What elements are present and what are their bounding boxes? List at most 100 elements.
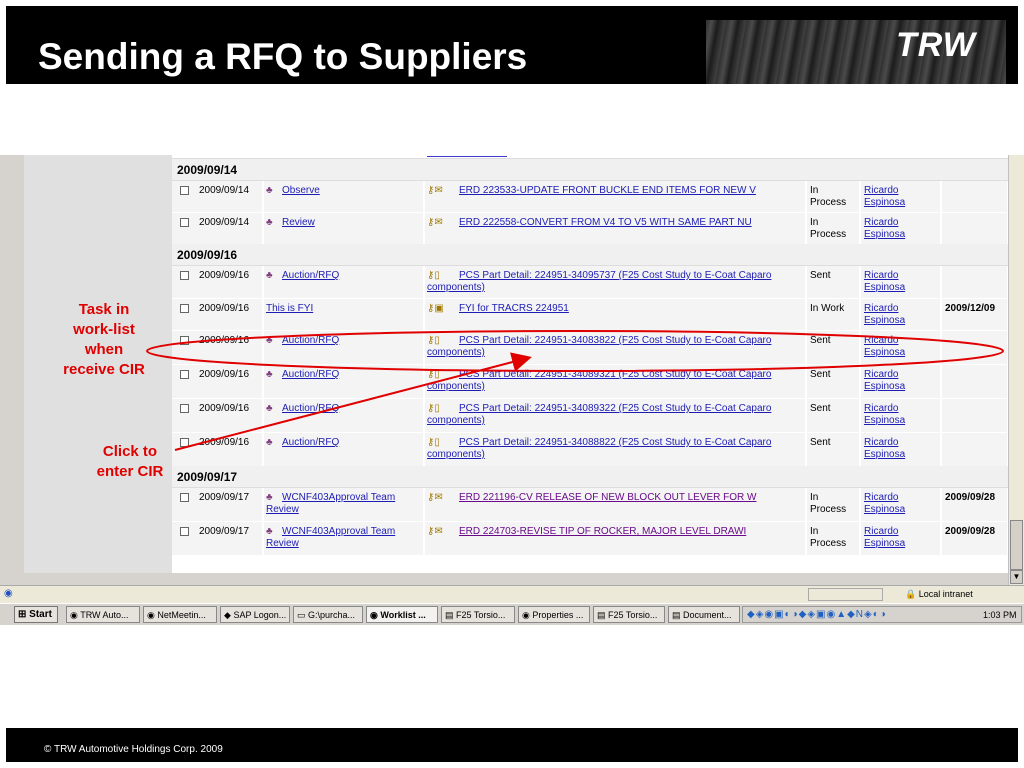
sap-icon: ◆ — [224, 610, 231, 620]
taskbar-button[interactable]: ◉ TRW Auto... — [66, 606, 140, 623]
table-row[interactable]: 2009/09/16 ♣ Auction/RFQ ⚷▯ PCS Part Detai… — [172, 266, 1008, 298]
tray-icons[interactable]: ◆◈◉▣◐◑◆◈▣◉▲◆N◈◐◑ — [747, 609, 887, 620]
status-text: In Process — [810, 492, 847, 515]
taskbar-button[interactable]: ▤ F25 Torsio... — [441, 606, 515, 623]
due-date: 2009/09/28 — [945, 492, 996, 503]
subject-link[interactable]: ⚷✉ ERD 222558-CONVERT FROM V4 TO V5 WITH … — [427, 217, 797, 229]
table-row[interactable]: 2009/09/16 ♣ Auction/RFQ ⚷▯ PCS Part Detai… — [172, 331, 1008, 364]
row-checkbox[interactable] — [180, 370, 189, 379]
action-link[interactable]: ♣ Auction/RFQ — [266, 369, 416, 381]
document-icons: ⚷▯ — [427, 403, 440, 414]
subject-link[interactable]: ⚷▯ PCS Part Detail: 224951-34083822 (F25 … — [427, 335, 797, 359]
taskbar-button[interactable]: ◆ SAP Logon... — [220, 606, 290, 623]
person-link[interactable]: Ricardo Espinosa — [864, 492, 934, 516]
taskbar-button[interactable]: ◉ Properties ... — [518, 606, 590, 623]
slide-title: Sending a RFQ to Suppliers — [38, 36, 528, 77]
folder-icon: ▭ — [297, 610, 306, 620]
subject-link[interactable]: ⚷▯ PCS Part Detail: 224951-34095737 (F25 … — [427, 270, 797, 294]
document-icon: ▤ — [672, 610, 681, 620]
action-link[interactable]: ♣ Auction/RFQ — [266, 403, 416, 415]
task-icon: ♣ — [266, 526, 273, 537]
table-row[interactable]: 2009/09/17 ♣ WCNF403Approval Team Review ⚷… — [172, 488, 1008, 521]
document-icon: ▤ — [445, 610, 454, 620]
table-row[interactable]: 2009/09/16 This is FYI ⚷▣ FYI for TRACRS … — [172, 299, 1008, 330]
person-link[interactable]: Ricardo Espinosa — [864, 369, 934, 393]
person-link[interactable]: Ricardo Espinosa — [864, 185, 934, 209]
worklist-table: 2009/09/14 2009/09/14 ♣ Observe ⚷✉ ERD 223… — [172, 155, 1008, 573]
action-link[interactable]: ♣ Auction/RFQ — [266, 437, 416, 449]
document-icons: ⚷▯ — [427, 437, 440, 448]
windows-taskbar: ⊞ Start ◉ TRW Auto... ◉ NetMeetin... ◆ S… — [0, 603, 1024, 625]
table-row[interactable]: 2009/09/16 ♣ Auction/RFQ ⚷▯ PCS Part Detai… — [172, 399, 1008, 432]
action-link[interactable]: ♣ Review — [266, 217, 416, 229]
task-icon: ♣ — [266, 369, 273, 380]
row-checkbox[interactable] — [180, 336, 189, 345]
message-icons: ⚷✉ — [427, 185, 443, 196]
person-link[interactable]: Ricardo Espinosa — [864, 217, 934, 241]
row-checkbox[interactable] — [180, 438, 189, 447]
status-text: Sent — [810, 403, 831, 414]
document-icon: ▤ — [597, 610, 606, 620]
worklist-screenshot: 2009/09/14 2009/09/14 ♣ Observe ⚷✉ ERD 223… — [0, 155, 1024, 625]
action-link[interactable]: ♣ Auction/RFQ — [266, 335, 416, 347]
taskbar-button-active[interactable]: ◉ Worklist ... — [366, 606, 438, 623]
table-row[interactable]: 2009/09/14 ♣ Observe ⚷✉ ERD 223533-UPDATE … — [172, 181, 1008, 212]
row-checkbox[interactable] — [180, 218, 189, 227]
task-icon: ♣ — [266, 437, 273, 448]
subject-link[interactable]: ⚷▯ PCS Part Detail: 224951-34089321 (F25 … — [427, 369, 797, 393]
subject-link[interactable]: ⚷▯ PCS Part Detail: 224951-34088822 (F25 … — [427, 437, 797, 461]
table-row[interactable]: 2009/09/14 ♣ Review ⚷✉ ERD 222558-CONVERT … — [172, 213, 1008, 244]
subject-link[interactable]: ⚷✉ ERD 221196-CV RELEASE OF NEW BLOCK OUT… — [427, 492, 797, 504]
taskbar-button[interactable]: ▭ G:\purcha... — [293, 606, 363, 623]
table-row[interactable]: 2009/09/16 ♣ Auction/RFQ ⚷▯ PCS Part Detai… — [172, 365, 1008, 398]
row-checkbox[interactable] — [180, 304, 189, 313]
row-checkbox[interactable] — [180, 271, 189, 280]
slide-footer: © TRW Automotive Holdings Corp. 2009 — [6, 728, 1018, 762]
action-link[interactable]: ♣ Observe — [266, 185, 416, 197]
date-group-header: 2009/09/14 — [172, 159, 1008, 181]
table-row[interactable]: 2009/09/16 ♣ Auction/RFQ ⚷▯ PCS Part Detai… — [172, 433, 1008, 466]
subject-link[interactable]: ⚷✉ ERD 224703-REVISE TIP OF ROCKER, MAJOR… — [427, 526, 797, 538]
subject-link[interactable]: ⚷▣ FYI for TRACRS 224951 — [427, 303, 797, 315]
status-text: In Process — [810, 217, 847, 240]
subject-link[interactable]: ⚷✉ ERD 223533-UPDATE FRONT BUCKLE END ITE… — [427, 185, 797, 197]
person-link[interactable]: Ricardo Espinosa — [864, 526, 934, 550]
task-icon: ♣ — [266, 403, 273, 414]
action-link[interactable]: ♣ WCNF403Approval Team Review — [266, 492, 416, 516]
table-row[interactable]: 2009/09/17 ♣ WCNF403Approval Team Review ⚷… — [172, 522, 1008, 555]
status-text: In Process — [810, 185, 847, 208]
ie-icon: ◉ — [70, 610, 78, 620]
row-checkbox[interactable] — [180, 493, 189, 502]
vertical-scrollbar[interactable]: ▼ — [1008, 155, 1024, 585]
status-text: Sent — [810, 437, 831, 448]
clock: 1:03 PM — [983, 610, 1017, 620]
scroll-thumb[interactable] — [1010, 520, 1023, 570]
person-link[interactable]: Ricardo Espinosa — [864, 437, 934, 461]
start-button[interactable]: ⊞ Start — [14, 606, 58, 623]
action-link[interactable]: ♣ Auction/RFQ — [266, 270, 416, 282]
scroll-down-arrow-icon[interactable]: ▼ — [1010, 570, 1023, 584]
taskbar-button[interactable]: ▤ F25 Torsio... — [593, 606, 665, 623]
action-link[interactable]: ♣ WCNF403Approval Team Review — [266, 526, 416, 550]
row-checkbox[interactable] — [180, 404, 189, 413]
taskbar-button[interactable]: ▤ Document... — [668, 606, 740, 623]
document-icons: ⚷▯ — [427, 369, 440, 380]
action-link[interactable]: This is FYI — [266, 303, 416, 315]
person-link[interactable]: Ricardo Espinosa — [864, 403, 934, 427]
browser-status-bar: ◉ 🔒 Local intranet — [0, 585, 1024, 603]
task-icon: ♣ — [266, 335, 273, 346]
message-icons: ⚷✉ — [427, 217, 443, 228]
fyi-icons: ⚷▣ — [427, 303, 444, 314]
person-link[interactable]: Ricardo Espinosa — [864, 270, 934, 294]
person-link[interactable]: Ricardo Espinosa — [864, 303, 934, 327]
message-icons: ⚷✉ — [427, 492, 443, 503]
slide-header: Sending a RFQ to Suppliers TRW — [6, 6, 1018, 84]
person-link[interactable]: Ricardo Espinosa — [864, 335, 934, 359]
subject-link[interactable]: ⚷▯ PCS Part Detail: 224951-34089322 (F25 … — [427, 403, 797, 427]
row-checkbox[interactable] — [180, 527, 189, 536]
status-text: In Work — [810, 303, 845, 314]
taskbar-button[interactable]: ◉ NetMeetin... — [143, 606, 217, 623]
due-date: 2009/12/09 — [945, 303, 996, 314]
status-text: Sent — [810, 270, 831, 281]
row-checkbox[interactable] — [180, 186, 189, 195]
